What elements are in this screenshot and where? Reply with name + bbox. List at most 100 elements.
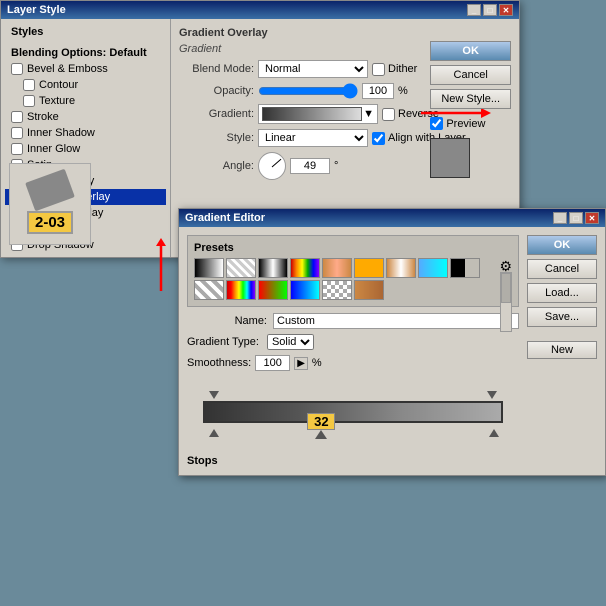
ge-left: Presets (187, 235, 519, 467)
stroke-checkbox[interactable] (11, 111, 23, 123)
bevel-checkbox[interactable] (11, 63, 23, 75)
ge-main: Presets (187, 235, 597, 467)
preset-stripe[interactable] (194, 280, 224, 300)
blending-label: Blending Options: Default (11, 47, 147, 59)
opacity-unit: % (398, 85, 408, 97)
right-buttons: OK Cancel New Style... Preview (430, 41, 511, 178)
smoothness-label: Smoothness: (187, 357, 251, 369)
opacity-label: Opacity: (179, 85, 254, 97)
preset-brown[interactable] (354, 280, 384, 300)
sidebar-item-texture[interactable]: Texture (5, 93, 166, 109)
preset-full-rainbow[interactable] (226, 280, 256, 300)
contour-label: Contour (39, 79, 78, 91)
preset-transparent[interactable] (226, 258, 256, 278)
presets-label: Presets (194, 242, 512, 254)
ge-cancel-button[interactable]: Cancel (527, 259, 597, 279)
smoothness-unit: % (312, 357, 322, 369)
stop-bottom-left-triangle[interactable] (209, 429, 219, 437)
close-button[interactable]: ✕ (499, 4, 513, 16)
preset-bwb[interactable] (258, 258, 288, 278)
gradient-type-select[interactable]: Solid (267, 334, 314, 350)
title-controls: _ □ ✕ (467, 4, 513, 16)
preset-orange[interactable] (354, 258, 384, 278)
ge-right-buttons: OK Cancel Load... Save... New (527, 235, 597, 467)
smoothness-row: Smoothness: ▶ % (187, 355, 519, 371)
stop-triangle-highlight[interactable] (315, 430, 327, 439)
ok-button[interactable]: OK (430, 41, 511, 61)
gradient-selector[interactable]: ▼ (258, 104, 378, 124)
stroke-label: Stroke (27, 111, 59, 123)
preset-copper1[interactable] (322, 258, 352, 278)
blend-mode-label: Blend Mode: (179, 63, 254, 75)
gradient-bar-area: 32 (187, 381, 519, 449)
ge-close-button[interactable]: ✕ (585, 212, 599, 224)
blend-mode-select[interactable]: Normal (258, 60, 368, 78)
stop-bottom-right-triangle[interactable] (489, 429, 499, 437)
gradient-label: Gradient: (179, 108, 254, 120)
ge-load-button[interactable]: Load... (527, 283, 597, 303)
stop-highlight-group: 32 (307, 413, 335, 439)
bottom-stops: 32 (201, 423, 505, 439)
angle-value[interactable]: 49 (290, 158, 330, 174)
gradient-preview-thumb (262, 107, 362, 121)
cancel-button[interactable]: Cancel (430, 65, 511, 85)
ge-minimize-button[interactable]: _ (553, 212, 567, 224)
scrollbar-thumb (501, 273, 511, 303)
stop-value-badge[interactable]: 32 (307, 413, 335, 430)
stop-right-group (489, 429, 499, 437)
stops-section: Stops (187, 455, 519, 467)
sidebar-item-blending[interactable]: Blending Options: Default (5, 45, 166, 61)
preview-checkbox[interactable] (430, 117, 443, 130)
angle-dial-indicator (272, 159, 282, 168)
top-stop-right[interactable] (487, 391, 497, 399)
gradient-editor-title-bar: Gradient Editor _ □ ✕ (179, 209, 605, 227)
ge-maximize-button[interactable]: □ (569, 212, 583, 224)
texture-label: Texture (39, 95, 75, 107)
sidebar-item-innershadow[interactable]: Inner Shadow (5, 125, 166, 141)
ge-new-button[interactable]: New (527, 341, 597, 359)
layer-style-title: Layer Style (7, 4, 66, 16)
gradient-editor-body: Presets (179, 227, 605, 475)
reverse-checkbox[interactable] (382, 108, 395, 121)
preset-checker[interactable] (322, 280, 352, 300)
smoothness-input[interactable] (255, 355, 290, 371)
ge-title-controls: _ □ ✕ (553, 212, 599, 224)
contour-checkbox[interactable] (23, 79, 35, 91)
dither-checkbox[interactable] (372, 63, 385, 76)
top-stop-left[interactable] (209, 391, 219, 399)
preset-half[interactable] (450, 258, 480, 278)
smoothness-stepper[interactable]: ▶ (294, 357, 308, 370)
preset-rg[interactable] (258, 280, 288, 300)
opacity-slider[interactable] (258, 83, 358, 99)
preset-blue-cyan[interactable] (418, 258, 448, 278)
gradient-editor-title: Gradient Editor (185, 212, 265, 224)
sidebar-item-stroke[interactable]: Stroke (5, 109, 166, 125)
sidebar-item-contour[interactable]: Contour (5, 77, 166, 93)
preset-bc[interactable] (290, 280, 320, 300)
texture-checkbox[interactable] (23, 95, 35, 107)
minimize-button[interactable]: _ (467, 4, 481, 16)
preset-copper2[interactable] (386, 258, 416, 278)
name-input[interactable] (273, 313, 519, 329)
innershadow-checkbox[interactable] (11, 127, 23, 139)
ge-save-button[interactable]: Save... (527, 307, 597, 327)
innerglow-checkbox[interactable] (11, 143, 23, 155)
gradient-bar[interactable] (203, 401, 503, 423)
angle-dial[interactable] (258, 152, 286, 180)
sidebar-item-innerglow[interactable]: Inner Glow (5, 141, 166, 157)
preset-rainbow[interactable] (290, 258, 320, 278)
maximize-button[interactable]: □ (483, 4, 497, 16)
name-label: Name: (187, 315, 267, 327)
opacity-value: 100 (362, 83, 394, 99)
gradient-type-row: Gradient Type: Solid (187, 334, 519, 350)
align-with-layer-checkbox[interactable] (372, 132, 385, 145)
ge-ok-button[interactable]: OK (527, 235, 597, 255)
annotation-container: 2-03 (9, 163, 91, 245)
preset-bw[interactable] (194, 258, 224, 278)
style-select[interactable]: Linear (258, 129, 368, 147)
style-label: Style: (179, 132, 254, 144)
sidebar: Styles Blending Options: Default Bevel &… (1, 19, 171, 257)
new-style-button[interactable]: New Style... (430, 89, 511, 109)
sidebar-item-bevel[interactable]: Bevel & Emboss (5, 61, 166, 77)
presets-scrollbar[interactable] (500, 272, 512, 332)
